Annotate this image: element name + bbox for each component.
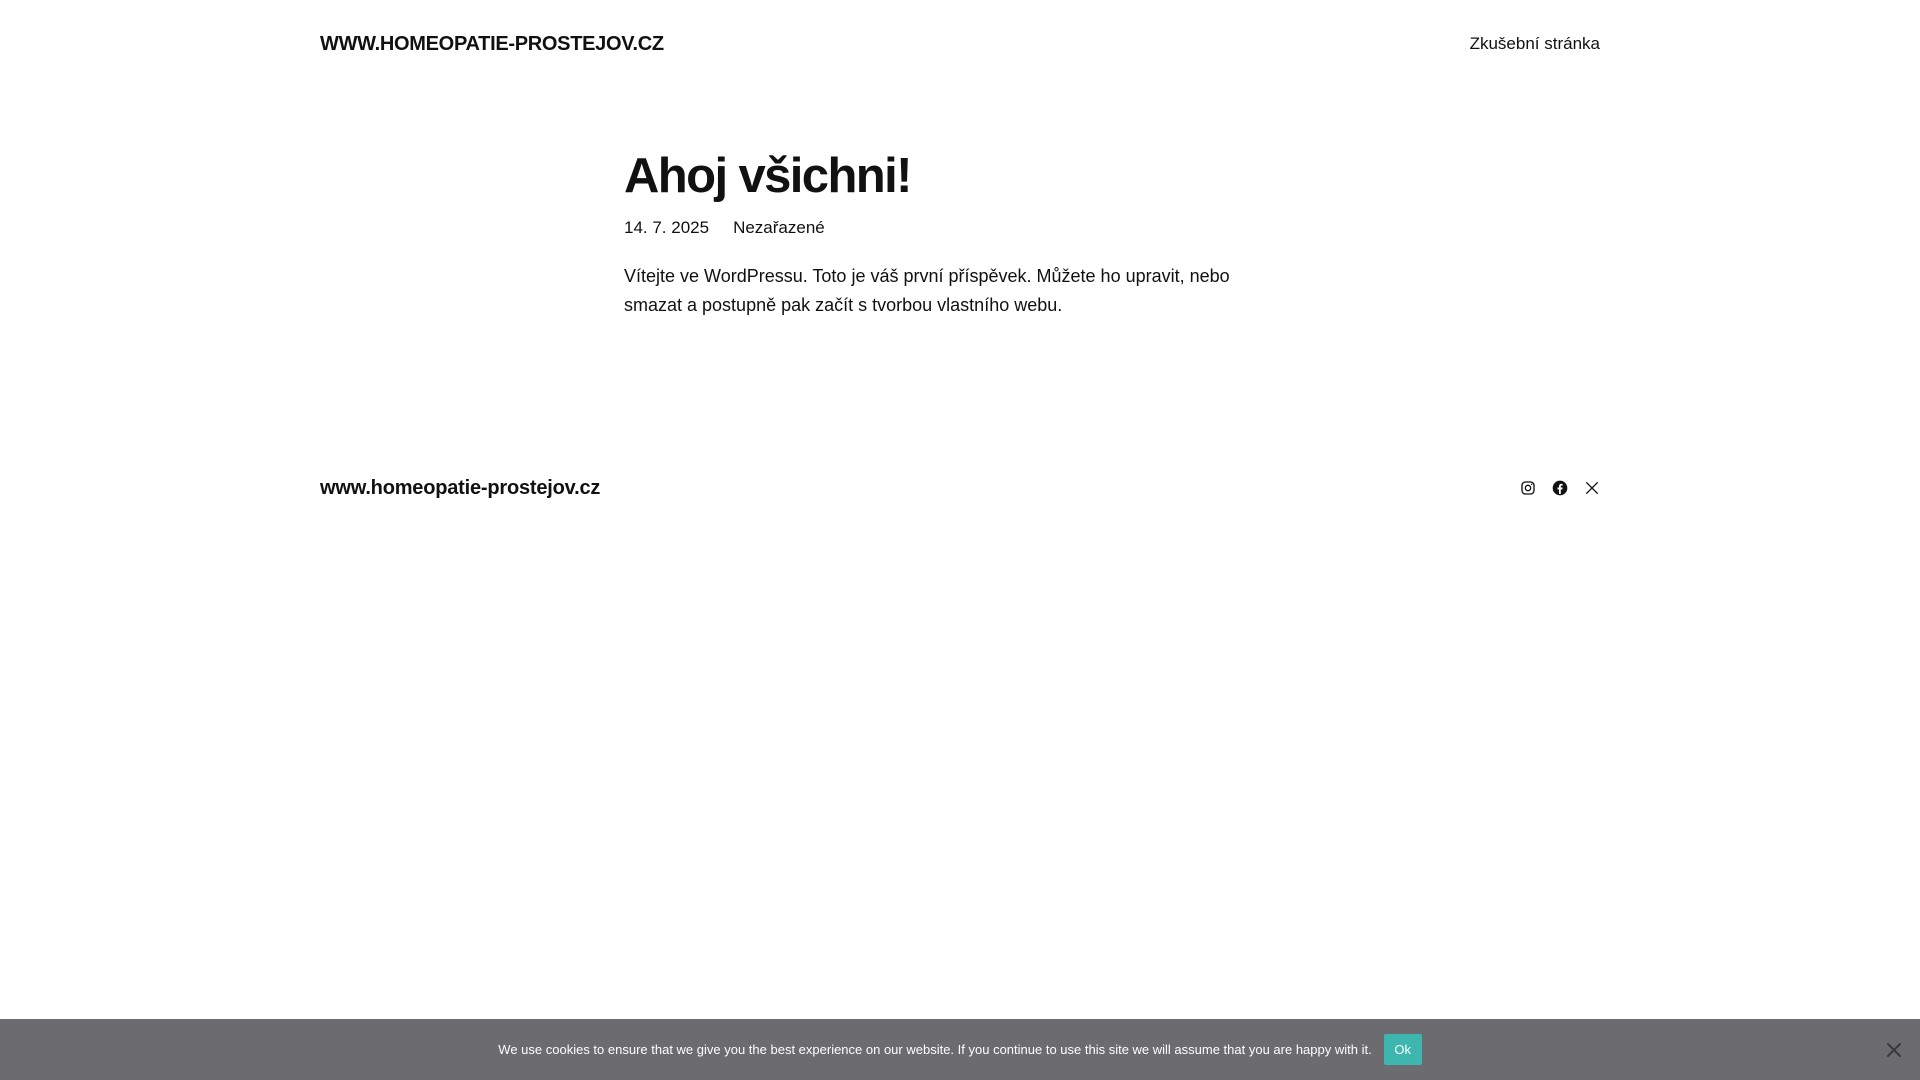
cookie-notice: We use cookies to ensure that we give yo… — [0, 1019, 1920, 1080]
footer-site-title-link[interactable]: www.homeopatie-prostejov.cz — [320, 477, 600, 500]
cookie-close-button[interactable] — [1884, 1040, 1904, 1060]
x-link[interactable] — [1584, 480, 1600, 496]
x-icon — [1584, 480, 1600, 496]
post-paragraph: Vítejte ve WordPressu. Toto je váš první… — [624, 266, 1230, 316]
instagram-link[interactable] — [1520, 480, 1536, 496]
nav-item-zkusebni-stranka[interactable]: Zkušební stránka — [1470, 34, 1600, 53]
instagram-icon — [1520, 480, 1536, 496]
facebook-link[interactable] — [1552, 480, 1568, 496]
page: WWW.HOMEOPATIE-PROSTEJOV.CZ Zkušební str… — [0, 0, 1920, 1080]
site-header: WWW.HOMEOPATIE-PROSTEJOV.CZ Zkušební str… — [320, 0, 1600, 88]
post: Ahoj všichni! 14. 7. 2025 Nezařazené Vít… — [624, 148, 1264, 320]
post-meta: 14. 7. 2025 Nezařazené — [624, 218, 1264, 238]
main-navigation: Zkušební stránka — [1470, 34, 1600, 54]
cookie-notice-text: We use cookies to ensure that we give yo… — [498, 1042, 1372, 1057]
site-footer: www.homeopatie-prostejov.cz — [320, 466, 1600, 510]
site-title-link[interactable]: WWW.HOMEOPATIE-PROSTEJOV.CZ — [320, 33, 664, 56]
post-title: Ahoj všichni! — [624, 149, 912, 203]
post-category[interactable]: Nezařazené — [733, 218, 825, 238]
social-links — [1520, 480, 1600, 496]
cookie-ok-button[interactable]: Ok — [1383, 1034, 1422, 1065]
close-icon — [1887, 1042, 1901, 1057]
facebook-icon — [1552, 480, 1568, 496]
post-content: Vítejte ve WordPressu. Toto je váš první… — [624, 262, 1264, 320]
post-date[interactable]: 14. 7. 2025 — [624, 218, 709, 238]
